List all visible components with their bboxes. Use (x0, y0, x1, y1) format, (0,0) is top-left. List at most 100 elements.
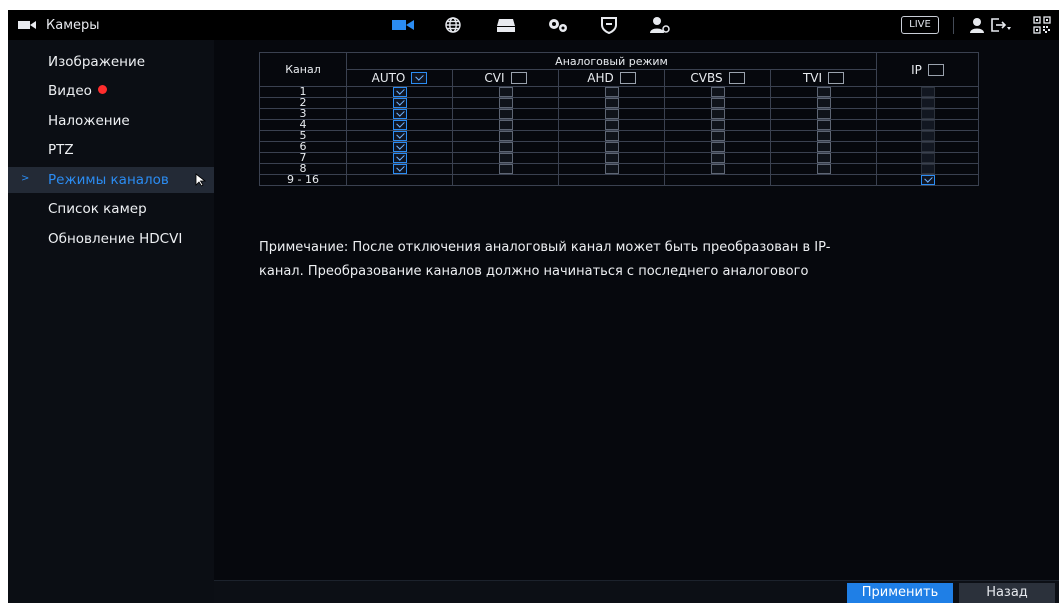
table-row: 2 (259, 97, 979, 109)
cell-cvi (452, 108, 559, 120)
checkbox-auto[interactable] (392, 153, 407, 163)
checkbox-cvi[interactable] (498, 109, 513, 119)
checkbox-auto[interactable] (392, 142, 407, 152)
checkbox-auto[interactable] (392, 131, 407, 141)
checkbox-cvbs[interactable] (710, 153, 725, 163)
camera-icon[interactable] (391, 15, 415, 35)
checkbox-tvi[interactable] (816, 153, 831, 163)
checkbox-ip[interactable] (920, 153, 935, 163)
sidebar-item-label: Режимы каналов (48, 172, 169, 188)
checkbox-ip[interactable] (920, 87, 935, 97)
checkbox-cvi[interactable] (498, 87, 513, 97)
sidebar-item-channel-modes[interactable]: > Режимы каналов (8, 167, 214, 193)
cell-cvbs (664, 174, 771, 186)
checkbox-tvi[interactable] (816, 98, 831, 108)
back-button[interactable]: Назад (959, 583, 1055, 603)
header-checkbox-auto[interactable] (411, 72, 428, 84)
security-shield-icon[interactable] (597, 15, 621, 35)
note-text: Примечание: После отключения аналоговый … (259, 236, 959, 284)
cell-auto (346, 108, 453, 120)
logout-icon[interactable] (989, 15, 1013, 35)
checkbox-cvi[interactable] (498, 120, 513, 130)
checkbox-auto[interactable] (392, 98, 407, 108)
checkbox-ip[interactable] (920, 109, 935, 119)
user-icon[interactable] (965, 15, 989, 35)
checkbox-tvi[interactable] (816, 109, 831, 119)
cell-auto (346, 163, 453, 175)
checkbox-ip[interactable] (920, 98, 935, 108)
checkbox-ip[interactable] (920, 142, 935, 152)
checkbox-cvbs[interactable] (710, 164, 725, 174)
checkbox-cvi[interactable] (498, 98, 513, 108)
cell-ip (876, 108, 979, 120)
account-settings-icon[interactable] (648, 15, 672, 35)
checkbox-auto[interactable] (392, 87, 407, 97)
qr-code-icon[interactable] (1030, 15, 1054, 35)
sidebar-item-label: Изображение (48, 54, 146, 70)
sidebar-item-video[interactable]: Видео (8, 78, 214, 104)
header-checkbox-ahd[interactable] (619, 72, 636, 84)
apply-button[interactable]: Применить (847, 583, 953, 603)
checkbox-cvi[interactable] (498, 131, 513, 141)
cell-ip (876, 130, 979, 142)
checkbox-tvi[interactable] (816, 164, 831, 174)
storage-icon[interactable] (494, 15, 518, 35)
sidebar-item-hdcvi-update[interactable]: Обновление HDCVI (8, 226, 214, 252)
cell-cvbs (664, 141, 771, 153)
checkbox-cvi[interactable] (498, 153, 513, 163)
checkbox-auto[interactable] (392, 109, 407, 119)
cell-ip (876, 163, 979, 175)
checkbox-cvbs[interactable] (710, 120, 725, 130)
cell-cvi (452, 174, 559, 186)
network-globe-icon[interactable] (441, 15, 465, 35)
checkbox-ahd[interactable] (604, 109, 619, 119)
sidebar-item-camera-list[interactable]: Список камер (8, 196, 214, 222)
checkbox-tvi[interactable] (816, 87, 831, 97)
header-checkbox-ip[interactable] (927, 63, 944, 76)
checkbox-tvi[interactable] (816, 142, 831, 152)
header-checkbox-cvbs[interactable] (728, 72, 745, 84)
checkbox-ahd[interactable] (604, 164, 619, 174)
checkbox-ahd[interactable] (604, 131, 619, 141)
cell-auto (346, 86, 453, 98)
note-line-1: Примечание: После отключения аналоговый … (259, 240, 831, 255)
checkbox-cvbs[interactable] (710, 142, 725, 152)
checkbox-ip[interactable] (920, 131, 935, 141)
checkbox-tvi[interactable] (816, 131, 831, 141)
checkbox-cvbs[interactable] (710, 131, 725, 141)
checkbox-ip[interactable] (920, 164, 935, 174)
cell-cvbs (664, 86, 771, 98)
checkbox-auto[interactable] (392, 164, 407, 174)
cell-ip (876, 141, 979, 153)
checkbox-cvi[interactable] (498, 164, 513, 174)
camera-icon (18, 20, 36, 30)
table-row: 8 (259, 163, 979, 175)
cell-ip (876, 86, 979, 98)
checkbox-ip[interactable] (920, 120, 935, 130)
checkbox-cvbs[interactable] (710, 98, 725, 108)
checkbox-tvi[interactable] (816, 120, 831, 130)
sidebar-item-ptz[interactable]: PTZ (8, 137, 214, 163)
sidebar-item-overlay[interactable]: Наложение (8, 108, 214, 134)
settings-gears-icon[interactable] (546, 15, 570, 35)
live-view-button[interactable]: LIVE (901, 16, 939, 34)
checkbox-ahd[interactable] (604, 120, 619, 130)
checkbox-ahd[interactable] (604, 142, 619, 152)
header-checkbox-cvi[interactable] (510, 72, 527, 84)
checkbox-ahd[interactable] (604, 87, 619, 97)
notification-dot-icon (97, 84, 107, 94)
cell-tvi (770, 119, 877, 131)
checkbox-auto[interactable] (392, 120, 407, 130)
checkbox-cvi[interactable] (498, 142, 513, 152)
sidebar-item-image[interactable]: Изображение (8, 49, 214, 75)
checkbox-ahd[interactable] (604, 98, 619, 108)
channel-modes-table: Канал Аналоговый режим IP AUTO CVI AHD CVBS… (259, 52, 979, 186)
sidebar-item-label: Видео (48, 83, 92, 99)
table-row: 5 (259, 130, 979, 142)
mode-header-cvi: CVI (452, 69, 559, 87)
checkbox-ip[interactable] (920, 175, 935, 185)
checkbox-cvbs[interactable] (710, 109, 725, 119)
header-checkbox-tvi[interactable] (828, 72, 845, 84)
checkbox-ahd[interactable] (604, 153, 619, 163)
checkbox-cvbs[interactable] (710, 87, 725, 97)
